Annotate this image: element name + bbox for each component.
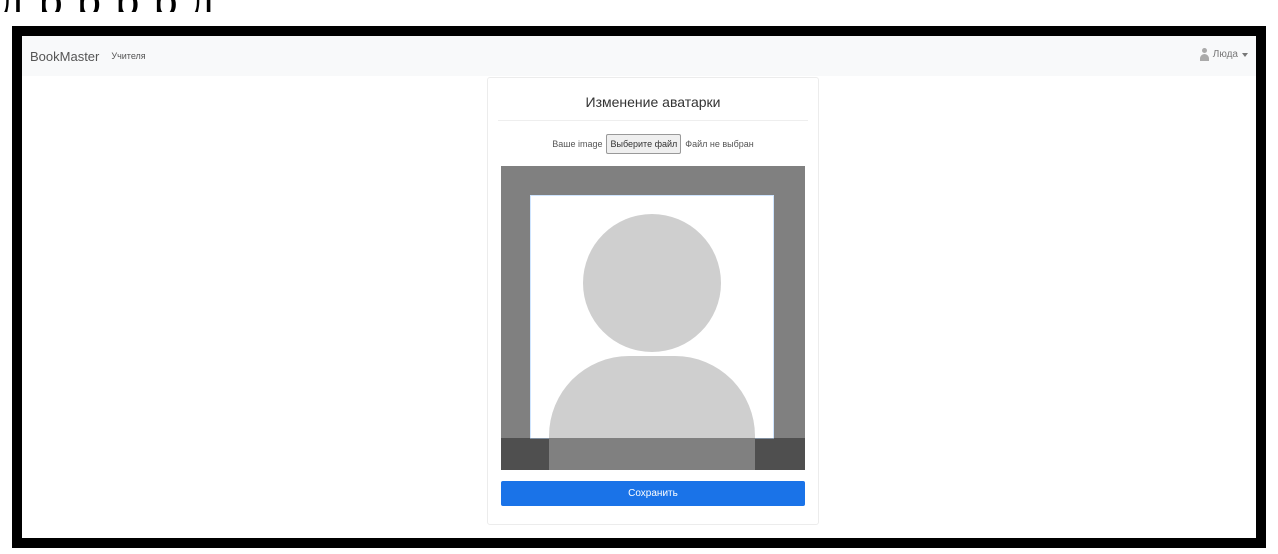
browser-screen: BookMaster Учителя Люда Изменение аватар… [21,35,1257,539]
crop-shade [501,438,805,470]
user-name: Люда [1212,49,1238,60]
choose-file-button[interactable]: Выберите файл [606,134,682,154]
chevron-down-icon [1242,52,1248,57]
brand-link[interactable]: BookMaster [30,49,99,64]
file-label: Ваше image [552,139,603,149]
top-navbar: BookMaster Учителя Люда [22,36,1256,76]
file-status: Файл не выбран [685,139,754,149]
nav-link-teachers[interactable]: Учителя [111,51,145,61]
user-icon [1199,48,1209,61]
document-caption-fragment: д р р р р д [0,0,1278,12]
file-upload-row: Ваше image Выберите файл Файл не выбран [488,134,818,154]
page-title: Изменение аватарки [498,94,808,121]
avatar-edit-card: Изменение аватарки Ваше image Выберите ф… [487,77,819,525]
crop-selection[interactable] [530,195,774,470]
avatar-placeholder-head [583,214,721,352]
user-menu[interactable]: Люда [1199,48,1248,61]
image-crop-area[interactable] [501,166,805,470]
save-button[interactable]: Сохранить [501,481,805,506]
screenshot-frame: BookMaster Учителя Люда Изменение аватар… [12,26,1266,548]
